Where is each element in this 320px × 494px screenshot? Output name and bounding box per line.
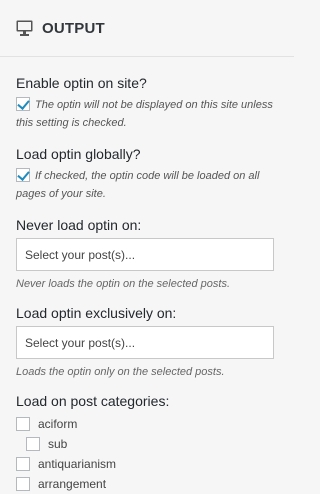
load-globally-checkbox[interactable]	[16, 168, 30, 182]
exclusive-load-label: Load optin exclusively on:	[16, 305, 177, 321]
exclusive-load-placeholder: Select your post(s)...	[25, 335, 136, 350]
output-settings: Enable optin on site? The optin will not…	[0, 57, 294, 494]
categories-label: Load on post categories:	[16, 393, 170, 409]
panel-header: OUTPUT	[0, 0, 294, 57]
exclusive-load-hint: Loads the optin only on the selected pos…	[16, 366, 225, 378]
never-load-select[interactable]: Select your post(s)...	[16, 238, 274, 271]
category-checkbox[interactable]	[16, 417, 30, 431]
category-checkbox[interactable]	[26, 437, 40, 451]
category-label: antiquarianism	[38, 457, 117, 471]
category-item[interactable]: aciform	[16, 414, 278, 434]
category-label: aciform	[38, 417, 78, 431]
never-load-label: Never load optin on:	[16, 217, 142, 233]
enable-optin-field: Enable optin on site? The optin will not…	[16, 75, 278, 132]
category-item[interactable]: arrangement	[16, 474, 278, 494]
never-load-placeholder: Select your post(s)...	[25, 247, 136, 262]
category-checkbox[interactable]	[16, 457, 30, 471]
category-list: aciform sub antiquarianism arrangement	[16, 414, 278, 494]
enable-optin-row: The optin will not be displayed on this …	[16, 96, 278, 132]
category-item[interactable]: antiquarianism	[16, 454, 278, 474]
categories-field: Load on post categories: aciform sub ant…	[16, 393, 278, 494]
enable-optin-label: Enable optin on site?	[16, 75, 147, 91]
panel-title: OUTPUT	[42, 19, 105, 37]
exclusive-load-field: Load optin exclusively on: Select your p…	[16, 305, 278, 379]
never-load-field: Never load optin on: Select your post(s)…	[16, 217, 278, 291]
load-globally-label: Load optin globally?	[16, 146, 141, 162]
load-globally-description: If checked, the optin code will be loade…	[16, 170, 260, 200]
enable-optin-description: The optin will not be displayed on this …	[16, 99, 273, 129]
category-checkbox[interactable]	[16, 477, 30, 491]
category-item[interactable]: sub	[16, 434, 278, 454]
category-label: arrangement	[38, 477, 107, 491]
load-globally-field: Load optin globally? If checked, the opt…	[16, 146, 278, 203]
never-load-hint: Never loads the optin on the selected po…	[16, 278, 231, 290]
enable-optin-checkbox[interactable]	[16, 97, 30, 111]
load-globally-row: If checked, the optin code will be loade…	[16, 167, 278, 203]
category-label: sub	[48, 437, 68, 451]
exclusive-load-select[interactable]: Select your post(s)...	[16, 326, 274, 359]
monitor-icon	[16, 20, 33, 36]
